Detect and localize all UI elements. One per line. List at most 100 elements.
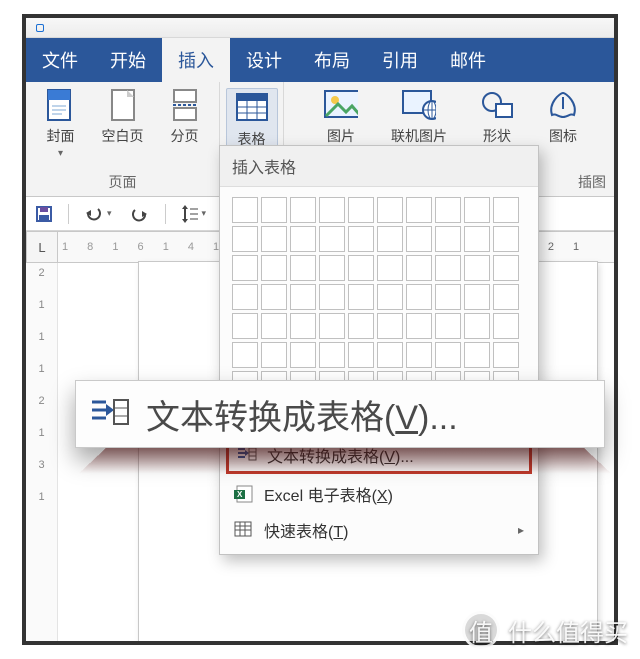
- separator: [165, 204, 166, 224]
- grid-cell[interactable]: [493, 313, 519, 339]
- grid-cell[interactable]: [348, 313, 374, 339]
- tab-refs[interactable]: 引用: [366, 38, 434, 82]
- tab-selector[interactable]: L: [26, 231, 58, 263]
- redo-button[interactable]: [127, 204, 153, 224]
- grid-cell[interactable]: [435, 284, 461, 310]
- zoom-label: 文本转换成表格(V)...: [146, 390, 458, 439]
- zoom-callout: 文本转换成表格(V)...: [75, 380, 605, 448]
- grid-cell[interactable]: [406, 255, 432, 281]
- grid-cell[interactable]: [319, 342, 345, 368]
- icons-icon: [546, 88, 580, 122]
- grid-cell[interactable]: [435, 313, 461, 339]
- grid-cell[interactable]: [377, 197, 403, 223]
- grid-cell[interactable]: [261, 255, 287, 281]
- grid-cell[interactable]: [377, 313, 403, 339]
- grid-cell[interactable]: [406, 226, 432, 252]
- grid-cell[interactable]: [290, 226, 316, 252]
- tab-insert[interactable]: 插入: [162, 38, 230, 82]
- group-illustrations-label: 插图: [578, 172, 606, 192]
- grid-cell[interactable]: [261, 226, 287, 252]
- dropdown-arrow-icon: ▾: [58, 148, 63, 159]
- blank-page-button[interactable]: 空白页: [99, 88, 147, 159]
- blank-page-icon: [106, 88, 140, 122]
- title-bar: [26, 18, 614, 38]
- tab-home[interactable]: 开始: [94, 38, 162, 82]
- line-spacing-button[interactable]: ▾: [178, 203, 210, 225]
- grid-cell[interactable]: [232, 255, 258, 281]
- page-break-icon: [168, 88, 202, 122]
- icons-button[interactable]: 图标: [539, 88, 587, 159]
- grid-cell[interactable]: [377, 255, 403, 281]
- tab-layout[interactable]: 布局: [298, 38, 366, 82]
- grid-cell[interactable]: [406, 342, 432, 368]
- tab-file[interactable]: 文件: [26, 38, 94, 82]
- grid-cell[interactable]: [493, 342, 519, 368]
- svg-text:X: X: [237, 490, 243, 499]
- vertical-ruler[interactable]: 2 1 1 1 2 1 3 1: [26, 263, 58, 645]
- dropdown-title: 插入表格: [220, 146, 538, 187]
- grid-cell[interactable]: [377, 284, 403, 310]
- save-button[interactable]: [32, 203, 56, 225]
- menu-quick-tables[interactable]: 快速表格(T) ▸: [220, 512, 538, 548]
- grid-cell[interactable]: [319, 226, 345, 252]
- grid-cell[interactable]: [435, 226, 461, 252]
- undo-button[interactable]: ▾: [81, 204, 115, 224]
- grid-cell[interactable]: [493, 255, 519, 281]
- grid-cell[interactable]: [377, 226, 403, 252]
- grid-cell[interactable]: [493, 284, 519, 310]
- grid-cell[interactable]: [348, 255, 374, 281]
- grid-cell[interactable]: [493, 226, 519, 252]
- grid-cell[interactable]: [261, 342, 287, 368]
- ribbon: 封面 ▾ 空白页 分页 页面: [26, 82, 614, 197]
- menu-excel-spreadsheet[interactable]: X Excel 电子表格(X): [220, 476, 538, 512]
- grid-cell[interactable]: [406, 313, 432, 339]
- grid-cell[interactable]: [435, 255, 461, 281]
- grid-cell[interactable]: [464, 342, 490, 368]
- grid-cell[interactable]: [348, 226, 374, 252]
- shapes-label: 形状: [483, 126, 511, 146]
- picture-label: 图片: [327, 126, 355, 146]
- grid-cell[interactable]: [261, 197, 287, 223]
- cover-page-icon: [44, 88, 78, 122]
- grid-cell[interactable]: [406, 197, 432, 223]
- grid-cell[interactable]: [464, 284, 490, 310]
- grid-cell[interactable]: [435, 197, 461, 223]
- grid-cell[interactable]: [377, 342, 403, 368]
- grid-cell[interactable]: [464, 255, 490, 281]
- table-dropdown: 插入表格 文本转换成表格(V)... X Excel 电子表格(X) 快速表格(…: [219, 145, 539, 555]
- grid-cell[interactable]: [348, 284, 374, 310]
- menu-quick-label: 快速表格(T): [264, 518, 348, 542]
- watermark-text: 什么值得买: [508, 613, 628, 648]
- separator: [68, 204, 69, 224]
- grid-cell[interactable]: [464, 313, 490, 339]
- grid-cell[interactable]: [319, 313, 345, 339]
- grid-cell[interactable]: [348, 197, 374, 223]
- convert-text-icon: [90, 396, 130, 432]
- grid-cell[interactable]: [232, 226, 258, 252]
- grid-cell[interactable]: [290, 284, 316, 310]
- grid-cell[interactable]: [319, 255, 345, 281]
- tab-mail[interactable]: 邮件: [434, 38, 502, 82]
- grid-cell[interactable]: [261, 284, 287, 310]
- watermark: 值 什么值得买: [462, 611, 628, 649]
- grid-cell[interactable]: [464, 197, 490, 223]
- grid-cell[interactable]: [319, 197, 345, 223]
- cover-page-button[interactable]: 封面 ▾: [37, 88, 85, 159]
- grid-cell[interactable]: [406, 284, 432, 310]
- grid-cell[interactable]: [232, 197, 258, 223]
- grid-cell[interactable]: [290, 342, 316, 368]
- grid-cell[interactable]: [290, 197, 316, 223]
- page-break-button[interactable]: 分页: [161, 88, 209, 159]
- grid-cell[interactable]: [493, 197, 519, 223]
- grid-cell[interactable]: [348, 342, 374, 368]
- grid-cell[interactable]: [232, 313, 258, 339]
- grid-cell[interactable]: [232, 342, 258, 368]
- grid-cell[interactable]: [290, 313, 316, 339]
- grid-cell[interactable]: [464, 226, 490, 252]
- grid-cell[interactable]: [232, 284, 258, 310]
- grid-cell[interactable]: [290, 255, 316, 281]
- tab-design[interactable]: 设计: [230, 38, 298, 82]
- grid-cell[interactable]: [435, 342, 461, 368]
- grid-cell[interactable]: [261, 313, 287, 339]
- grid-cell[interactable]: [319, 284, 345, 310]
